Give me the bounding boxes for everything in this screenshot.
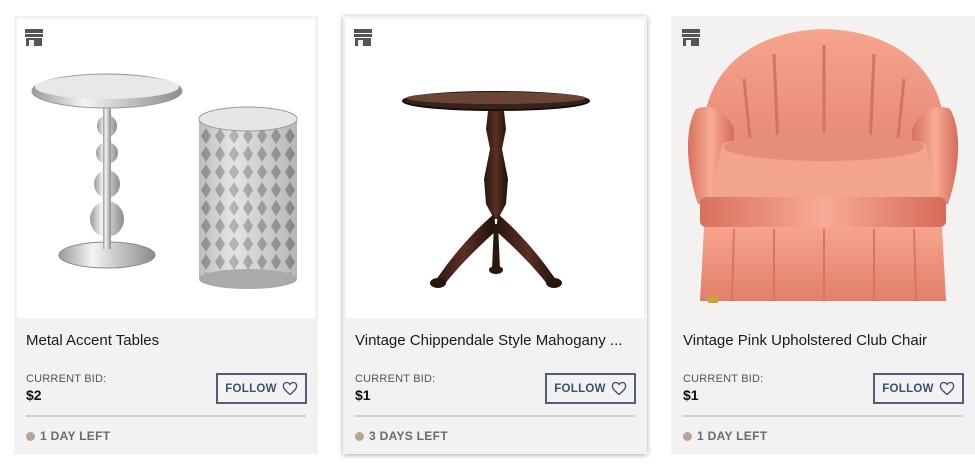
follow-label: FOLLOW [225,382,277,395]
listing-card[interactable]: Vintage Chippendale Style Mahogany ... C… [343,16,647,454]
time-left: 1 DAY LEFT [683,429,767,443]
time-left-label: 3 DAYS LEFT [369,429,448,443]
current-bid-label: CURRENT BID: [355,373,436,385]
time-left-label: 1 DAY LEFT [697,429,768,443]
current-bid-value: $1 [355,387,371,403]
current-bid-value: $2 [26,387,42,403]
time-left: 3 DAYS LEFT [355,429,448,443]
divider [683,415,963,417]
heart-icon [282,381,298,396]
current-bid-label: CURRENT BID: [683,373,764,385]
follow-button[interactable]: FOLLOW [216,373,307,404]
follow-label: FOLLOW [882,382,934,395]
follow-button[interactable]: FOLLOW [545,373,636,404]
follow-label: FOLLOW [554,382,606,395]
time-left: 1 DAY LEFT [26,429,110,443]
store-icon [24,27,44,47]
product-image[interactable] [17,19,315,318]
listing-title[interactable]: Vintage Chippendale Style Mahogany ... [355,332,639,349]
listing-title[interactable]: Vintage Pink Upholstered Club Chair [683,332,967,349]
listing-card[interactable]: Vintage Pink Upholstered Club Chair CURR… [671,16,975,454]
status-dot-icon [355,431,364,441]
divider [355,415,635,417]
status-dot-icon [683,431,692,441]
product-image[interactable] [674,19,972,318]
store-icon [353,27,373,47]
store-icon [681,27,701,47]
follow-button[interactable]: FOLLOW [873,373,964,404]
listing-card[interactable]: Metal Accent Tables CURRENT BID: $2 FOLL… [14,16,318,454]
status-dot-icon [26,431,35,441]
time-left-label: 1 DAY LEFT [40,429,111,443]
heart-icon [611,381,627,396]
heart-icon [939,381,955,396]
current-bid-label: CURRENT BID: [26,373,107,385]
current-bid-value: $1 [683,387,699,403]
listing-title[interactable]: Metal Accent Tables [26,332,310,349]
divider [26,415,306,417]
product-image[interactable] [346,19,644,318]
